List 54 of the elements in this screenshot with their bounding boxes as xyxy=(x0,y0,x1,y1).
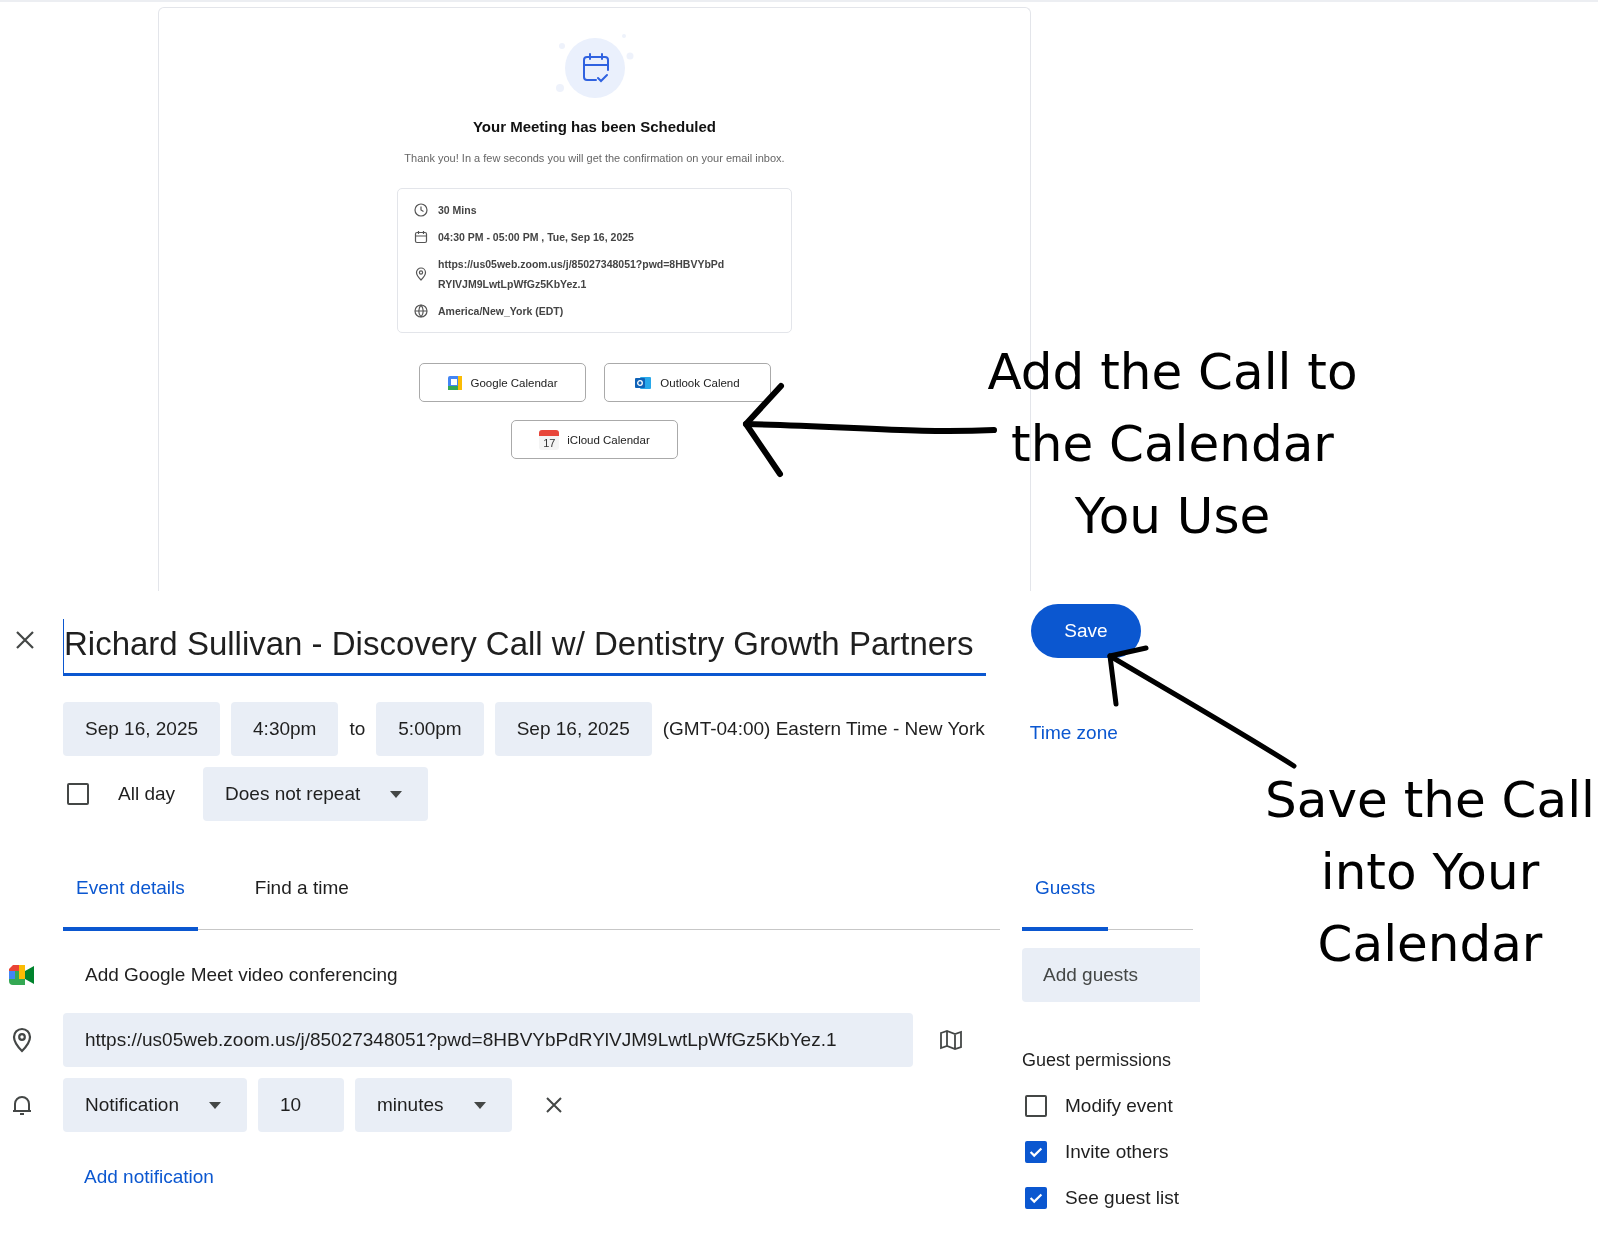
time-field[interactable]: 5:00pm xyxy=(376,702,484,756)
notification-unit-dropdown[interactable]: minutes xyxy=(355,1078,512,1132)
all-day-checkbox[interactable] xyxy=(67,783,89,805)
calendar-date-icon: 17 xyxy=(539,429,560,450)
add-guests-field[interactable]: Add guests xyxy=(1022,948,1200,1002)
close-icon[interactable] xyxy=(14,629,36,651)
video-camera-icon xyxy=(9,965,35,985)
all-day-label: All day xyxy=(118,783,176,805)
confirmation-message: Thank you! In a few seconds you will get the confirmation on your email inbox. xyxy=(404,152,785,164)
to-label: to xyxy=(349,718,366,740)
calendar-button[interactable]: Outlook Calend xyxy=(603,363,771,402)
permissions-title: Guest permissions xyxy=(1022,1050,1173,1071)
confirmation-title: Your Meeting has been Scheduled xyxy=(472,118,717,135)
permission-checkbox[interactable] xyxy=(1025,1187,1047,1209)
time-field[interactable]: 4:30pm xyxy=(231,702,339,756)
detail-text: 04:30 PM - 05:00 PM , Tue, Sep 16, 2025 xyxy=(438,230,634,245)
tab[interactable]: Find a time xyxy=(241,863,362,931)
time-zone-link[interactable]: Time zone xyxy=(1029,722,1118,744)
map-icon[interactable] xyxy=(940,1030,962,1050)
calendar-button[interactable]: 17 iCloud Calendar xyxy=(511,420,678,459)
location-pin-icon xyxy=(414,267,428,281)
detail-text: America/New_York (EDT) xyxy=(438,304,564,319)
annotation-text: Add the Call to the Calendar You Use xyxy=(986,342,1359,547)
permission-label: See guest list xyxy=(1065,1187,1180,1209)
google-meet-link[interactable]: Add Google Meet video conferencing xyxy=(85,964,398,986)
clock-icon xyxy=(414,203,428,217)
permission-label: Modify event xyxy=(1065,1095,1173,1117)
calendar-icon xyxy=(414,230,428,244)
permission-checkbox[interactable] xyxy=(1025,1141,1047,1163)
calendar-button[interactable]: Google Calendar xyxy=(418,363,586,402)
add-notification-link[interactable]: Add notification xyxy=(84,1166,214,1188)
date-field[interactable]: Sep 16, 2025 xyxy=(63,702,221,756)
caret-icon xyxy=(209,1101,221,1109)
date-field[interactable]: Sep 16, 2025 xyxy=(494,702,652,756)
globe-icon xyxy=(414,304,428,318)
detail-text: 30 Mins xyxy=(438,203,477,218)
detail-text: https://us05web.zoom.us/j/85027348051?pwd=8HBVYbPd RYIVJM9LwtLpWfGz5KbYez.1 xyxy=(438,257,726,292)
tab[interactable]: Guests xyxy=(1022,863,1109,931)
caret-icon xyxy=(473,1101,486,1109)
permission-checkbox[interactable] xyxy=(1025,1095,1047,1117)
save-button[interactable]: Save xyxy=(1031,604,1141,658)
close-icon[interactable] xyxy=(544,1096,563,1114)
google-calendar-icon xyxy=(446,374,463,391)
timezone-label: (GMT-04:00) Eastern Time - New York xyxy=(662,718,985,740)
outlook-icon xyxy=(634,374,653,391)
notification-amount-field[interactable]: 10 xyxy=(258,1078,344,1132)
tab[interactable]: Event details xyxy=(63,863,198,931)
annotation-text: Save the Call into Your Calendar xyxy=(1264,770,1596,975)
title-field[interactable]: Richard Sullivan - Discovery Call w/ Dentistry Growth Partners xyxy=(63,618,986,676)
notification-type-dropdown[interactable]: Notification xyxy=(63,1078,247,1132)
location-field[interactable]: https://us05web.zoom.us/j/85027348051?pwd=8HBVYbPdRYlVJM9LwtLpWfGz5KbYez.1 xyxy=(63,1013,913,1067)
repeat-dropdown[interactable]: Does not repeat xyxy=(203,767,429,821)
caret-icon xyxy=(390,790,403,798)
permission-label: Invite others xyxy=(1065,1141,1169,1163)
